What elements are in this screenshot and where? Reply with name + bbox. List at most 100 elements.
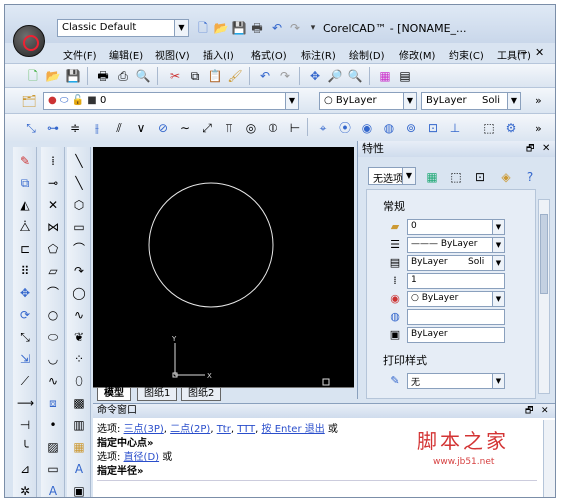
match-properties-icon[interactable]: 🖌 <box>227 68 243 84</box>
mdi-minimize-icon[interactable]: ▭ <box>517 47 526 58</box>
table-icon[interactable]: ▦ <box>71 439 87 455</box>
mdi-close-icon[interactable]: ✕ <box>535 46 544 59</box>
leaf-icon[interactable]: ❦ <box>71 329 87 345</box>
rotate-icon[interactable]: ⟳ <box>17 307 33 323</box>
command-input[interactable] <box>97 480 537 494</box>
chevron-down-icon[interactable]: ▼ <box>492 238 504 252</box>
continue-dimension-icon[interactable]: ⫲ <box>89 120 105 136</box>
chevron-down-icon[interactable]: ▼ <box>507 93 520 109</box>
break-icon[interactable]: ⊣ <box>17 417 33 433</box>
zoom-window-icon[interactable]: 🔎 <box>327 68 343 84</box>
mtext-icon[interactable]: A <box>71 461 87 477</box>
linestyle-select[interactable]: ByLayer Soli ▼ <box>421 92 521 110</box>
menu-modify[interactable]: 修改(M) <box>399 47 435 62</box>
snap-settings-icon[interactable]: ⚙ <box>503 120 519 136</box>
curve-icon[interactable]: ↷ <box>71 263 87 279</box>
pan-icon[interactable]: ✥ <box>307 68 323 84</box>
field-icon[interactable]: ▣ <box>71 483 87 497</box>
snap-perpendicular-icon[interactable]: ⊥ <box>447 120 463 136</box>
save-icon[interactable]: 💾 <box>65 68 81 84</box>
quick-access-menu-icon[interactable]: ▾ <box>305 20 321 36</box>
ordinate-dimension-icon[interactable]: ⤢ <box>199 120 215 136</box>
chevron-down-icon[interactable]: ▼ <box>402 168 415 184</box>
infinite-line-icon[interactable]: ⊸ <box>45 175 61 191</box>
linescale-field[interactable]: 1 <box>407 273 505 289</box>
arc-shape-icon[interactable]: ⌒ <box>71 241 87 257</box>
dimension-break-icon[interactable]: ⊢ <box>287 120 303 136</box>
chevron-down-icon[interactable]: ▼ <box>285 93 298 109</box>
trim-icon[interactable]: ⟋ <box>17 373 33 389</box>
print-icon[interactable]: 🖶 <box>249 20 265 36</box>
option-ttr[interactable]: Ttr <box>217 424 231 435</box>
mirror-icon[interactable]: ◭ <box>17 197 33 213</box>
corelcad-logo-icon[interactable] <box>13 25 45 57</box>
select-all-icon[interactable]: ▦ <box>424 169 440 185</box>
option-2p[interactable]: 二点(2P) <box>170 424 210 435</box>
plot-preview-icon[interactable]: ⎙ <box>115 68 131 84</box>
transparency-field[interactable] <box>407 309 505 325</box>
open-icon[interactable]: 📂 <box>45 68 61 84</box>
color-select[interactable]: ○ ByLayer ▼ <box>319 92 417 110</box>
offset-icon[interactable]: ⊏ <box>17 241 33 257</box>
chevron-down-icon[interactable]: ▼ <box>492 374 504 388</box>
line-segment-icon[interactable]: ╲ <box>71 153 87 169</box>
redo-icon[interactable]: ↷ <box>277 68 293 84</box>
tab-model[interactable]: 模型 <box>97 388 131 401</box>
color-field[interactable]: ○ ByLayer ▼ <box>407 291 505 307</box>
option-enter-exit[interactable]: 按 Enter 退出 <box>262 424 325 435</box>
line-icon[interactable]: ⁞ <box>45 153 61 169</box>
ellipse-arc-icon[interactable]: ◡ <box>45 351 61 367</box>
chevron-down-icon[interactable]: ▼ <box>492 220 504 234</box>
copy-objects-icon[interactable]: ⧉ <box>17 175 33 191</box>
region-icon[interactable]: ▭ <box>45 461 61 477</box>
snap-center-icon[interactable]: ◉ <box>359 120 375 136</box>
undo-icon[interactable]: ↶ <box>269 20 285 36</box>
insert-block-icon[interactable]: ⧈ <box>45 395 61 411</box>
scatter-points-icon[interactable]: ⁘ <box>71 351 87 367</box>
erase-icon[interactable]: ✎ <box>17 153 33 169</box>
quick-select-icon[interactable]: ⬚ <box>448 169 464 185</box>
wave-icon[interactable]: ∿ <box>71 307 87 323</box>
help-icon[interactable]: ? <box>522 169 538 185</box>
print-preview-icon[interactable]: 🔍 <box>135 68 151 84</box>
oblique-dimension-icon[interactable]: ⫽ <box>111 120 127 136</box>
angular-dimension-icon[interactable]: ∨ <box>133 120 149 136</box>
workspace-select[interactable]: Classic Default ▼ <box>57 19 189 37</box>
tab-sheet2[interactable]: 图纸2 <box>181 388 222 401</box>
selection-select[interactable]: 无选项 ▼ <box>368 167 416 185</box>
arc-icon[interactable]: ⌒ <box>45 285 61 301</box>
snap-tangent-icon[interactable]: ⊚ <box>403 120 419 136</box>
layer-manager-icon[interactable]: 🗂 <box>21 93 37 109</box>
select-objects-icon[interactable]: ⊡ <box>472 169 488 185</box>
paste-icon[interactable]: 📋 <box>207 68 223 84</box>
layer-select[interactable]: ● ⬭ 🔓 ■ 0 ▼ <box>43 92 299 110</box>
pin-icon[interactable]: 🗗 <box>525 404 533 418</box>
menu-edit[interactable]: 编辑(E) <box>109 47 143 62</box>
point-icon[interactable]: • <box>45 417 61 433</box>
toolbar-overflow-icon[interactable]: » <box>535 122 542 135</box>
radius-dimension-icon[interactable]: ⊘ <box>155 120 171 136</box>
properties-scrollbar[interactable] <box>538 199 550 394</box>
fillet-icon[interactable]: ╰ <box>17 439 33 455</box>
menu-dimension[interactable]: 标注(R) <box>301 47 336 62</box>
rectangle-shape-icon[interactable]: ▭ <box>71 219 87 235</box>
snap-quadrant-icon[interactable]: ◍ <box>381 120 397 136</box>
polyline-segment-icon[interactable]: ╲ <box>71 175 87 191</box>
scale-icon[interactable]: ⤡ <box>17 329 33 345</box>
drawn-circle[interactable] <box>148 182 274 308</box>
chevron-down-icon[interactable]: ▼ <box>174 20 188 36</box>
snap-endpoint-icon[interactable]: ⌖ <box>315 120 331 136</box>
menu-constraints[interactable]: 约束(C) <box>449 47 484 62</box>
toggle-pickadd-icon[interactable]: ◈ <box>498 169 514 185</box>
save-icon[interactable]: 💾 <box>231 20 247 36</box>
close-icon[interactable]: ✕ <box>542 141 550 157</box>
plotstyle-field[interactable]: ByLayer <box>407 327 505 343</box>
array-icon[interactable]: ⠿ <box>17 263 33 279</box>
undo-icon[interactable]: ↶ <box>257 68 273 84</box>
properties-icon[interactable]: ▦ <box>377 68 393 84</box>
tab-sheet1[interactable]: 图纸1 <box>137 388 178 401</box>
close-icon[interactable]: ✕ <box>541 404 549 418</box>
chevron-down-icon[interactable]: ▼ <box>403 93 416 109</box>
aligned-dimension-icon[interactable]: ⊶ <box>45 120 61 136</box>
zoom-previous-icon[interactable]: 🔍 <box>347 68 363 84</box>
